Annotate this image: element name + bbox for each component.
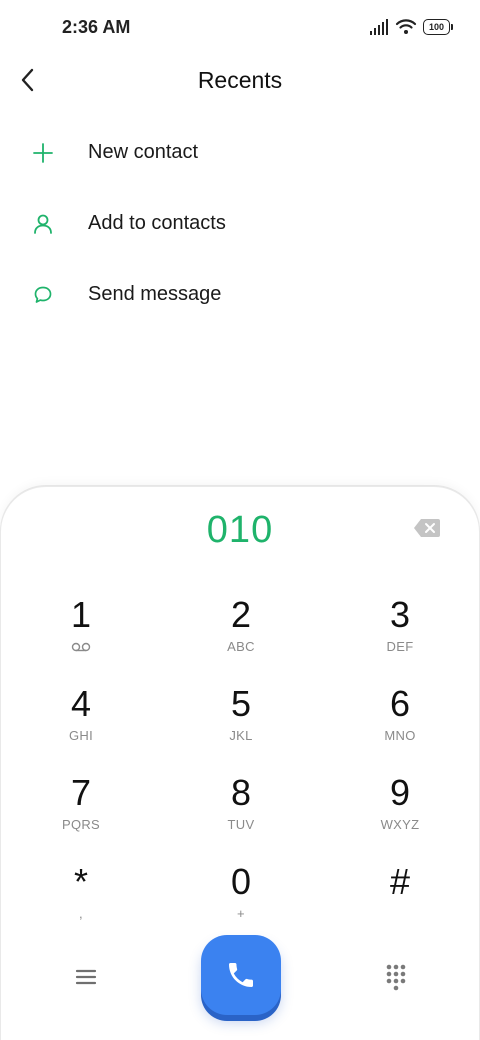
key-star[interactable]: * , (21, 854, 141, 938)
key-letters: JKL (229, 728, 253, 743)
add-to-contacts-item[interactable]: Add to contacts (0, 188, 480, 259)
key-9[interactable]: 9 WXYZ (340, 765, 460, 849)
status-icons: 100 (369, 18, 453, 35)
dialer-bottom-bar (1, 935, 480, 1021)
key-letters: GHI (68, 728, 93, 743)
status-time: 2:36 AM (62, 17, 131, 37)
dialer-screen: 2:36 AM 100 Recents New contact Add to c… (0, 0, 480, 1040)
page-title: Recents (197, 67, 283, 93)
key-2[interactable]: 2 ABC (181, 587, 301, 671)
key-8[interactable]: 8 TUV (181, 765, 301, 849)
keypad-toggle-button[interactable] (381, 962, 411, 992)
send-message-label: Send message (88, 283, 222, 305)
dialpad-icon (386, 964, 406, 991)
key-digit: # (389, 861, 411, 902)
key-digit: 7 (70, 772, 92, 813)
key-digit: 1 (70, 594, 92, 635)
dialer-panel: 010 1 2 ABC 3 DEF 4 GHI 5 JKL 6 MNO 7 PQ… (0, 486, 480, 1040)
options-menu: New contact Add to contacts Send message (0, 117, 480, 330)
key-4[interactable]: 4 GHI (21, 676, 141, 760)
status-bar: 2:36 AM 100 (0, 0, 480, 56)
signal-icon (370, 18, 388, 35)
key-digit: 8 (230, 772, 252, 813)
menu-button[interactable] (69, 963, 103, 991)
chat-bubble-icon (31, 283, 55, 307)
key-digit: * (73, 861, 88, 902)
key-letters: ABC (227, 639, 255, 654)
key-digit: 6 (389, 683, 411, 724)
wifi-icon (395, 19, 417, 34)
hamburger-menu-icon (75, 969, 97, 985)
delete-button[interactable] (413, 518, 441, 538)
key-5[interactable]: 5 JKL (181, 676, 301, 760)
key-letters: PQRS (61, 817, 101, 832)
key-digit: 9 (389, 772, 411, 813)
voicemail-icon (71, 642, 91, 652)
key-letters: MNO (384, 728, 416, 743)
new-contact-item[interactable]: New contact (0, 117, 480, 188)
key-letters: TUV (227, 817, 255, 832)
key-digit: 4 (70, 683, 92, 724)
key-letters: , (79, 906, 83, 921)
key-letters: WXYZ (380, 817, 420, 832)
add-to-contacts-label: Add to contacts (88, 212, 226, 234)
key-1[interactable]: 1 (21, 587, 141, 671)
plus-icon (31, 141, 55, 165)
key-6[interactable]: 6 MNO (340, 676, 460, 760)
header: Recents (0, 56, 480, 106)
key-3[interactable]: 3 DEF (340, 587, 460, 671)
key-digit: 2 (230, 594, 252, 635)
battery-icon: 100 (423, 18, 453, 35)
call-button[interactable] (201, 935, 281, 1015)
send-message-item[interactable]: Send message (0, 259, 480, 330)
key-hash[interactable]: # (340, 854, 460, 938)
dialed-number[interactable]: 010 (1, 509, 479, 552)
key-digit: 0 (230, 861, 252, 902)
backspace-icon (414, 519, 440, 537)
key-letters: + (237, 906, 245, 921)
new-contact-label: New contact (88, 141, 199, 163)
key-digit: 3 (389, 594, 411, 635)
phone-icon (229, 963, 253, 987)
key-0[interactable]: 0 + (181, 854, 301, 938)
key-letters: DEF (386, 639, 414, 654)
key-7[interactable]: 7 PQRS (21, 765, 141, 849)
key-digit: 5 (230, 683, 252, 724)
person-icon (31, 212, 55, 236)
